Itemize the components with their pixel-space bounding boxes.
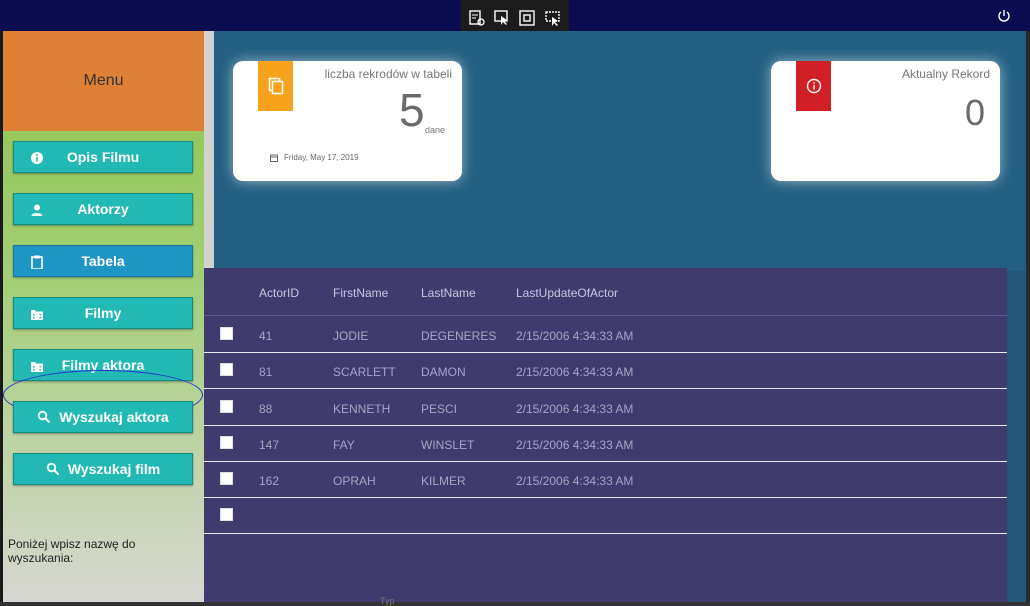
count-badge: [258, 61, 293, 111]
current-record-card: Aktualny Rekord 0: [771, 61, 1000, 181]
menu-title: Menu: [3, 31, 204, 131]
film-folder-icon: [31, 362, 43, 372]
cell-actorid: 81: [259, 365, 273, 379]
row-checkbox[interactable]: [220, 327, 233, 340]
grid-header: ActorID FirstName LastName LastUpdateOfA…: [204, 268, 1007, 316]
cell-firstname: KENNETH: [333, 402, 391, 416]
opis-filmu-button[interactable]: Opis Filmu: [13, 141, 193, 173]
count-date: Friday, May 17, 2019: [270, 153, 359, 162]
cell-lastupdate: 2/15/2006 4:34:33 AM: [516, 474, 634, 488]
aktorzy-label: Aktorzy: [77, 201, 129, 217]
table-row[interactable]: 41 JODIE DEGENERES 2/15/2006 4:34:33 AM: [204, 317, 1007, 353]
row-checkbox[interactable]: [220, 508, 233, 521]
opis-filmu-label: Opis Filmu: [66, 149, 140, 165]
row-checkbox[interactable]: [220, 400, 233, 413]
display-adorners-icon[interactable]: [518, 9, 536, 27]
table-row[interactable]: 88 KENNETH PESCI 2/15/2006 4:34:33 AM: [204, 390, 1007, 426]
record-label: Aktualny Rekord: [901, 67, 990, 81]
filmy-button[interactable]: Filmy: [13, 297, 193, 329]
copy-icon: [268, 77, 283, 95]
row-checkbox[interactable]: [220, 363, 233, 376]
wyszukaj-film-button[interactable]: Wyszukaj film: [13, 453, 193, 485]
cell-actorid: 147: [259, 438, 280, 452]
column-header-actorid[interactable]: ActorID: [259, 286, 299, 300]
new-item-row[interactable]: [204, 498, 1007, 534]
cell-lastname: KILMER: [421, 474, 466, 488]
record-badge: [796, 61, 831, 111]
sidebar: Menu Opis Filmu Aktorzy Tabela Filmy Fil…: [3, 31, 215, 602]
cell-lastupdate: 2/15/2006 4:34:33 AM: [516, 402, 634, 416]
count-unit: dane: [425, 125, 446, 135]
cell-lastname: DAMON: [421, 365, 466, 379]
cell-firstname: SCARLETT: [333, 365, 396, 379]
cell-lastname: PESCI: [421, 402, 458, 416]
person-icon: [31, 204, 43, 216]
info-icon: [806, 78, 821, 94]
record-value: 0: [964, 92, 985, 133]
record-count-card: liczba rekrodów w tabeli 5 dane Friday, …: [233, 61, 462, 181]
column-header-firstname[interactable]: FirstName: [333, 286, 388, 300]
table-row[interactable]: 147 FAY WINSLET 2/15/2006 4:34:33 AM: [204, 426, 1007, 462]
row-checkbox[interactable]: [220, 472, 233, 485]
cell-firstname: OPRAH: [333, 474, 376, 488]
window-edge: [1026, 31, 1030, 606]
cell-lastname: WINSLET: [421, 438, 475, 452]
column-header-lastupdate[interactable]: LastUpdateOfActor: [516, 286, 618, 300]
track-focus-icon[interactable]: [544, 9, 562, 27]
count-label: liczba rekrodów w tabeli: [324, 67, 452, 81]
wyszukaj-aktora-label: Wyszukaj aktora: [59, 409, 169, 425]
actors-datagrid[interactable]: ActorID FirstName LastName LastUpdateOfA…: [204, 268, 1007, 602]
table-row[interactable]: 162 OPRAH KILMER 2/15/2006 4:34:33 AM: [204, 462, 1007, 498]
cell-lastupdate: 2/15/2006 4:34:33 AM: [516, 365, 634, 379]
search-icon: [38, 410, 51, 424]
window-bottom-edge: [0, 602, 1030, 606]
wyszukaj-film-label: Wyszukaj film: [67, 461, 161, 477]
cell-lastupdate: 2/15/2006 4:34:33 AM: [516, 329, 634, 343]
cell-lastname: DEGENERES: [421, 329, 497, 343]
cell-lastupdate: 2/15/2006 4:34:33 AM: [516, 438, 634, 452]
clipboard-icon: [31, 255, 43, 269]
live-visual-tree-icon[interactable]: [468, 9, 486, 27]
aktorzy-button[interactable]: Aktorzy: [13, 193, 193, 225]
partial-label: Typ: [380, 596, 395, 606]
count-date-text: Friday, May 17, 2019: [284, 153, 359, 162]
row-checkbox[interactable]: [220, 436, 233, 449]
table-row[interactable]: 81 SCARLETT DAMON 2/15/2006 4:34:33 AM: [204, 353, 1007, 389]
tabela-button[interactable]: Tabela: [13, 245, 193, 277]
calendar-icon: [270, 154, 278, 162]
cell-firstname: FAY: [333, 438, 355, 452]
wyszukaj-aktora-button[interactable]: Wyszukaj aktora: [13, 401, 193, 433]
cell-actorid: 88: [259, 402, 273, 416]
select-element-icon[interactable]: [493, 9, 511, 27]
cell-firstname: JODIE: [333, 329, 369, 343]
film-folder-icon: [31, 310, 43, 320]
filmy-label: Filmy: [84, 305, 122, 321]
cell-actorid: 41: [259, 329, 273, 343]
column-header-lastname[interactable]: LastName: [421, 286, 476, 300]
tabela-label: Tabela: [81, 253, 125, 269]
count-value: 5: [399, 84, 425, 136]
search-icon: [46, 462, 60, 476]
cell-actorid: 162: [259, 474, 280, 488]
info-icon: [31, 152, 43, 164]
search-hint-label: Poniżej wpisz nazwę do wyszukania:: [8, 537, 136, 565]
power-icon[interactable]: [996, 8, 1012, 24]
